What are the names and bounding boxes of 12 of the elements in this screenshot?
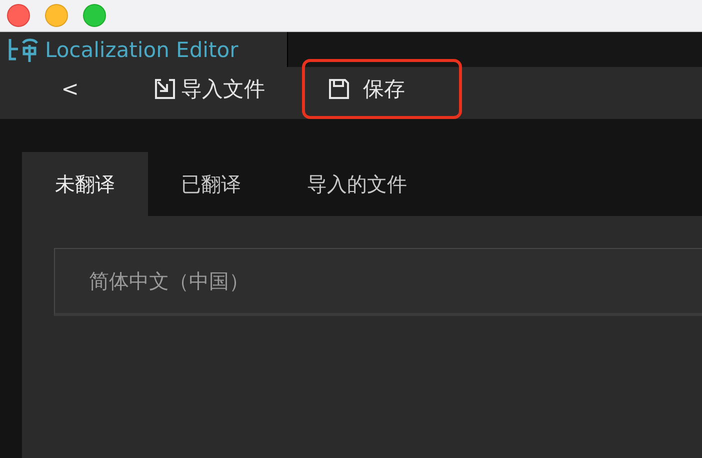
save-button[interactable]: 保存 bbox=[302, 59, 462, 119]
language-select[interactable]: 简体中文（中国） bbox=[54, 248, 702, 316]
view-tab[interactable]: 未翻译 bbox=[22, 152, 148, 216]
zoom-button[interactable] bbox=[83, 4, 106, 28]
import-icon bbox=[153, 77, 177, 101]
close-button[interactable] bbox=[7, 4, 30, 28]
save-icon bbox=[327, 77, 351, 101]
localization-icon bbox=[7, 36, 39, 63]
view-tab[interactable]: 导入的文件 bbox=[274, 152, 440, 216]
minimize-button[interactable] bbox=[45, 4, 68, 28]
view-tab[interactable]: 已翻译 bbox=[148, 152, 274, 216]
document-tab[interactable]: Localization Editor bbox=[0, 32, 288, 67]
